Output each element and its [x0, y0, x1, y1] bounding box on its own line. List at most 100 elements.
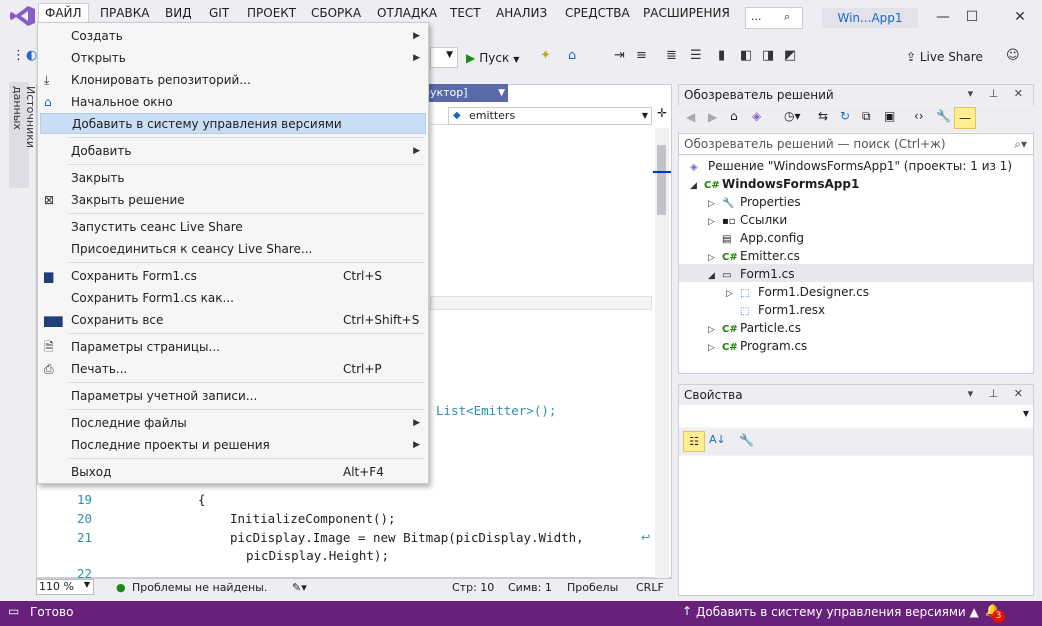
collapse-all-icon[interactable]: ⧉: [862, 109, 871, 124]
menu-item-clone[interactable]: ⤓ Клонировать репозиторий...: [38, 70, 428, 91]
menu-item-open[interactable]: Открыть ▶: [38, 48, 428, 69]
member-combo[interactable]: ◆ emitters ▼: [448, 107, 652, 125]
menu-item-start-window[interactable]: ⌂ Начальное окно: [38, 92, 428, 113]
menu-edit[interactable]: ПРАВКА: [96, 4, 153, 24]
tree-item-references[interactable]: ▷ ▪▫ Ссылки: [708, 211, 787, 229]
menu-item-page-setup[interactable]: 🗎 Параметры страницы...: [38, 337, 428, 358]
forward-nav-icon[interactable]: ▶: [708, 110, 717, 124]
menu-analyze[interactable]: АНАЛИЗ: [492, 4, 551, 24]
refresh-icon[interactable]: ↻: [840, 109, 850, 123]
tree-item-form1[interactable]: ◢ ▭ Form1.cs: [708, 265, 795, 283]
add-to-source-control-button[interactable]: Добавить в систему управления версиями ▲: [696, 605, 979, 619]
menu-item-recent-files[interactable]: Последние файлы ▶: [38, 413, 428, 434]
bookmark-clear-icon[interactable]: ◩: [784, 48, 796, 63]
menu-tools[interactable]: СРЕДСТВА: [561, 4, 634, 24]
home-icon[interactable]: ⌂: [730, 109, 738, 123]
properties-icon[interactable]: 🔧: [936, 109, 951, 123]
menu-git[interactable]: GIT: [205, 4, 233, 24]
brush-icon[interactable]: ✎▾: [292, 581, 307, 594]
menu-item-close-solution[interactable]: ⊠ Закрыть решение: [38, 190, 428, 211]
preview-icon[interactable]: —: [954, 107, 976, 129]
history-icon[interactable]: ◷▾: [784, 109, 801, 123]
bookmark-icon[interactable]: ▮: [718, 48, 725, 63]
feedback-icon[interactable]: ☺: [1006, 48, 1020, 63]
panel-buttons[interactable]: ▾ ⊥ ✕: [968, 87, 1029, 100]
tree-item-solution[interactable]: ◈ Решение "WindowsFormsApp1" (проекты: 1 …: [690, 157, 1012, 175]
menu-item-create[interactable]: Создать ▶: [38, 26, 428, 47]
menu-test[interactable]: ТЕСТ: [446, 4, 485, 24]
alphabetical-icon[interactable]: A↓: [709, 433, 726, 446]
menu-debug[interactable]: ОТЛАДКА: [373, 4, 441, 24]
solution-search-input[interactable]: Обозреватель решений — поиск (Ctrl+ж) ⌕▾: [678, 133, 1034, 155]
categorized-icon[interactable]: ☷: [683, 431, 705, 452]
menu-extensions[interactable]: РАСШИРЕНИЯ: [639, 4, 734, 24]
tree-item-project[interactable]: ◢ C# WindowsFormsApp1: [690, 175, 859, 193]
column-status[interactable]: Симв: 1: [508, 581, 552, 594]
menu-item-save-all[interactable]: ▆▆ Сохранить все Ctrl+Shift+S: [38, 310, 428, 331]
start-label: Пуск: [479, 51, 510, 65]
browser-link-icon[interactable]: ✦: [540, 48, 551, 63]
menu-item-add-to-source-control[interactable]: Добавить в систему управления версиями: [40, 113, 426, 134]
menu-item-exit[interactable]: Выход Alt+F4: [38, 462, 428, 483]
panel-buttons[interactable]: ▾ ⊥ ✕: [968, 387, 1029, 400]
menu-item-save[interactable]: ▆ Сохранить Form1.cs Ctrl+S: [38, 266, 428, 287]
live-share-button[interactable]: ⇪ Live Share: [906, 50, 983, 64]
menu-item-close[interactable]: Закрыть: [38, 168, 428, 189]
platform-combo[interactable]: ▼: [430, 47, 458, 68]
tree-item-properties[interactable]: ▷ 🔧 Properties: [708, 193, 801, 211]
switch-views-icon[interactable]: ◈: [752, 109, 761, 123]
visual-studio-logo-icon[interactable]: [8, 5, 36, 27]
menu-project[interactable]: ПРОЕКТ: [243, 4, 300, 24]
home-icon[interactable]: ⌂: [568, 48, 576, 63]
step-icon[interactable]: ⇥: [614, 48, 625, 63]
menu-item-add[interactable]: Добавить ▶: [38, 141, 428, 162]
minimize-icon[interactable]: —: [928, 6, 958, 28]
tree-item-particle[interactable]: ▷ C# Particle.cs: [708, 319, 801, 337]
menu-item-start-live-share[interactable]: Запустить сеанс Live Share: [38, 217, 428, 238]
view-code-icon[interactable]: ‹›: [914, 109, 924, 123]
comment-icon[interactable]: ≣: [666, 48, 677, 63]
back-icon[interactable]: ◐: [26, 48, 37, 63]
menu-item-account-settings[interactable]: Параметры учетной записи...: [38, 386, 428, 407]
search-icon: ⌕: [784, 10, 791, 23]
search-box[interactable]: ... ⌕: [745, 7, 803, 29]
editor-region-line: [430, 296, 652, 310]
menu-item-save-as[interactable]: Сохранить Form1.cs как...: [38, 288, 428, 309]
uncomment-icon[interactable]: ☰: [690, 48, 702, 63]
tree-item-form1-designer[interactable]: ▷ ⬚ Form1.Designer.cs: [726, 283, 869, 301]
data-sources-tab[interactable]: Источники данных: [9, 82, 37, 188]
align-icon[interactable]: ≡: [636, 48, 647, 63]
show-all-icon[interactable]: ▣: [884, 109, 895, 123]
bookmark-prev-icon[interactable]: ◧: [740, 48, 752, 63]
menu-file[interactable]: ФАЙЛ: [38, 3, 89, 23]
tree-item-appconfig[interactable]: ▤ App.config: [722, 229, 804, 247]
split-icon[interactable]: ✛: [657, 106, 667, 120]
document-tab[interactable]: руктор] ▼: [420, 84, 508, 102]
menu-build[interactable]: СБОРКА: [307, 4, 365, 24]
eol-status[interactable]: CRLF: [636, 581, 664, 594]
editor-scroll-thumb[interactable]: [657, 145, 666, 215]
menu-item-print[interactable]: ⎙ Печать... Ctrl+P: [38, 359, 428, 380]
maximize-icon[interactable]: ☐: [957, 6, 987, 28]
change-marker: [653, 171, 671, 173]
menu-item-join-live-share[interactable]: Присоединиться к сеансу Live Share...: [38, 239, 428, 260]
sync-icon[interactable]: ⇆: [818, 109, 828, 123]
tree-item-program[interactable]: ▷ C# Program.cs: [708, 337, 807, 355]
close-icon[interactable]: ✕: [1005, 6, 1035, 28]
expanded-icon: ◢: [708, 271, 715, 281]
object-combo[interactable]: ▼: [679, 405, 1033, 427]
menu-view[interactable]: ВИД: [161, 4, 196, 24]
whitespace-status[interactable]: Пробелы: [567, 581, 618, 594]
bookmark-next-icon[interactable]: ◨: [762, 48, 774, 63]
back-nav-icon[interactable]: ◀: [686, 110, 695, 124]
problems-status[interactable]: Проблемы не найдены.: [132, 581, 267, 594]
property-pages-icon[interactable]: 🔧: [739, 433, 754, 447]
line-status[interactable]: Стр: 10: [452, 581, 494, 594]
line-number: 21: [76, 530, 92, 545]
zoom-combo[interactable]: 110 % ▼: [36, 579, 94, 595]
tree-item-emitter[interactable]: ▷ C# Emitter.cs: [708, 247, 800, 265]
output-icon[interactable]: ▭: [8, 604, 19, 618]
tree-item-form1-resx[interactable]: ⬚ Form1.resx: [740, 301, 825, 319]
menu-item-recent-projects[interactable]: Последние проекты и решения ▶: [38, 435, 428, 456]
start-button[interactable]: ▶ Пуск ▼: [466, 48, 519, 68]
